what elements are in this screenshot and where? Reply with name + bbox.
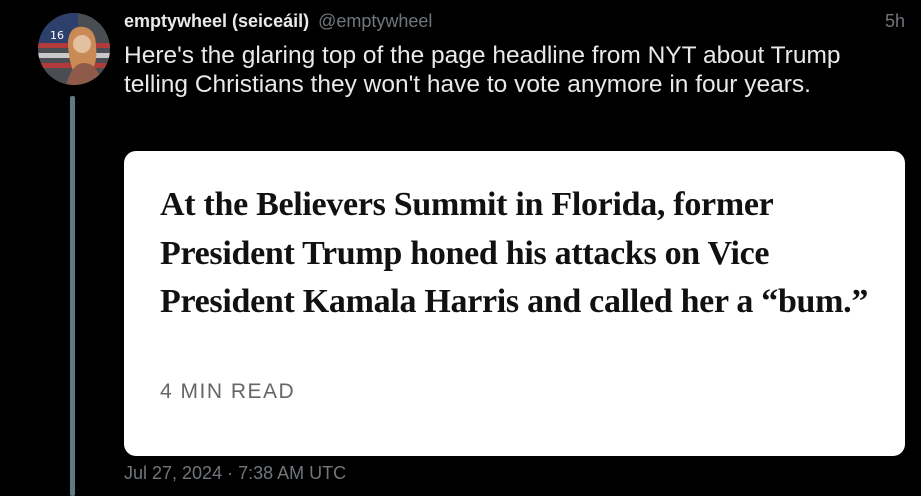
avatar-photo-icon: 16 [38,13,110,85]
svg-text:16: 16 [50,29,64,42]
read-time-label: 4 MIN READ [160,380,296,403]
thread-line [70,96,75,496]
tweet-text: Here's the glaring top of the page headl… [124,42,841,98]
tweet-header: emptywheel (seiceáil) @emptywheel 5h [124,11,905,35]
media-card[interactable]: At the Believers Summit in Florida, form… [124,151,905,456]
avatar[interactable]: 16 [38,13,110,85]
display-name[interactable]: emptywheel (seiceáil) [124,11,309,31]
user-handle[interactable]: @emptywheel [318,11,432,31]
tweet-timestamp[interactable]: 5h [885,11,905,32]
article-headline: At the Believers Summit in Florida, form… [160,186,869,320]
